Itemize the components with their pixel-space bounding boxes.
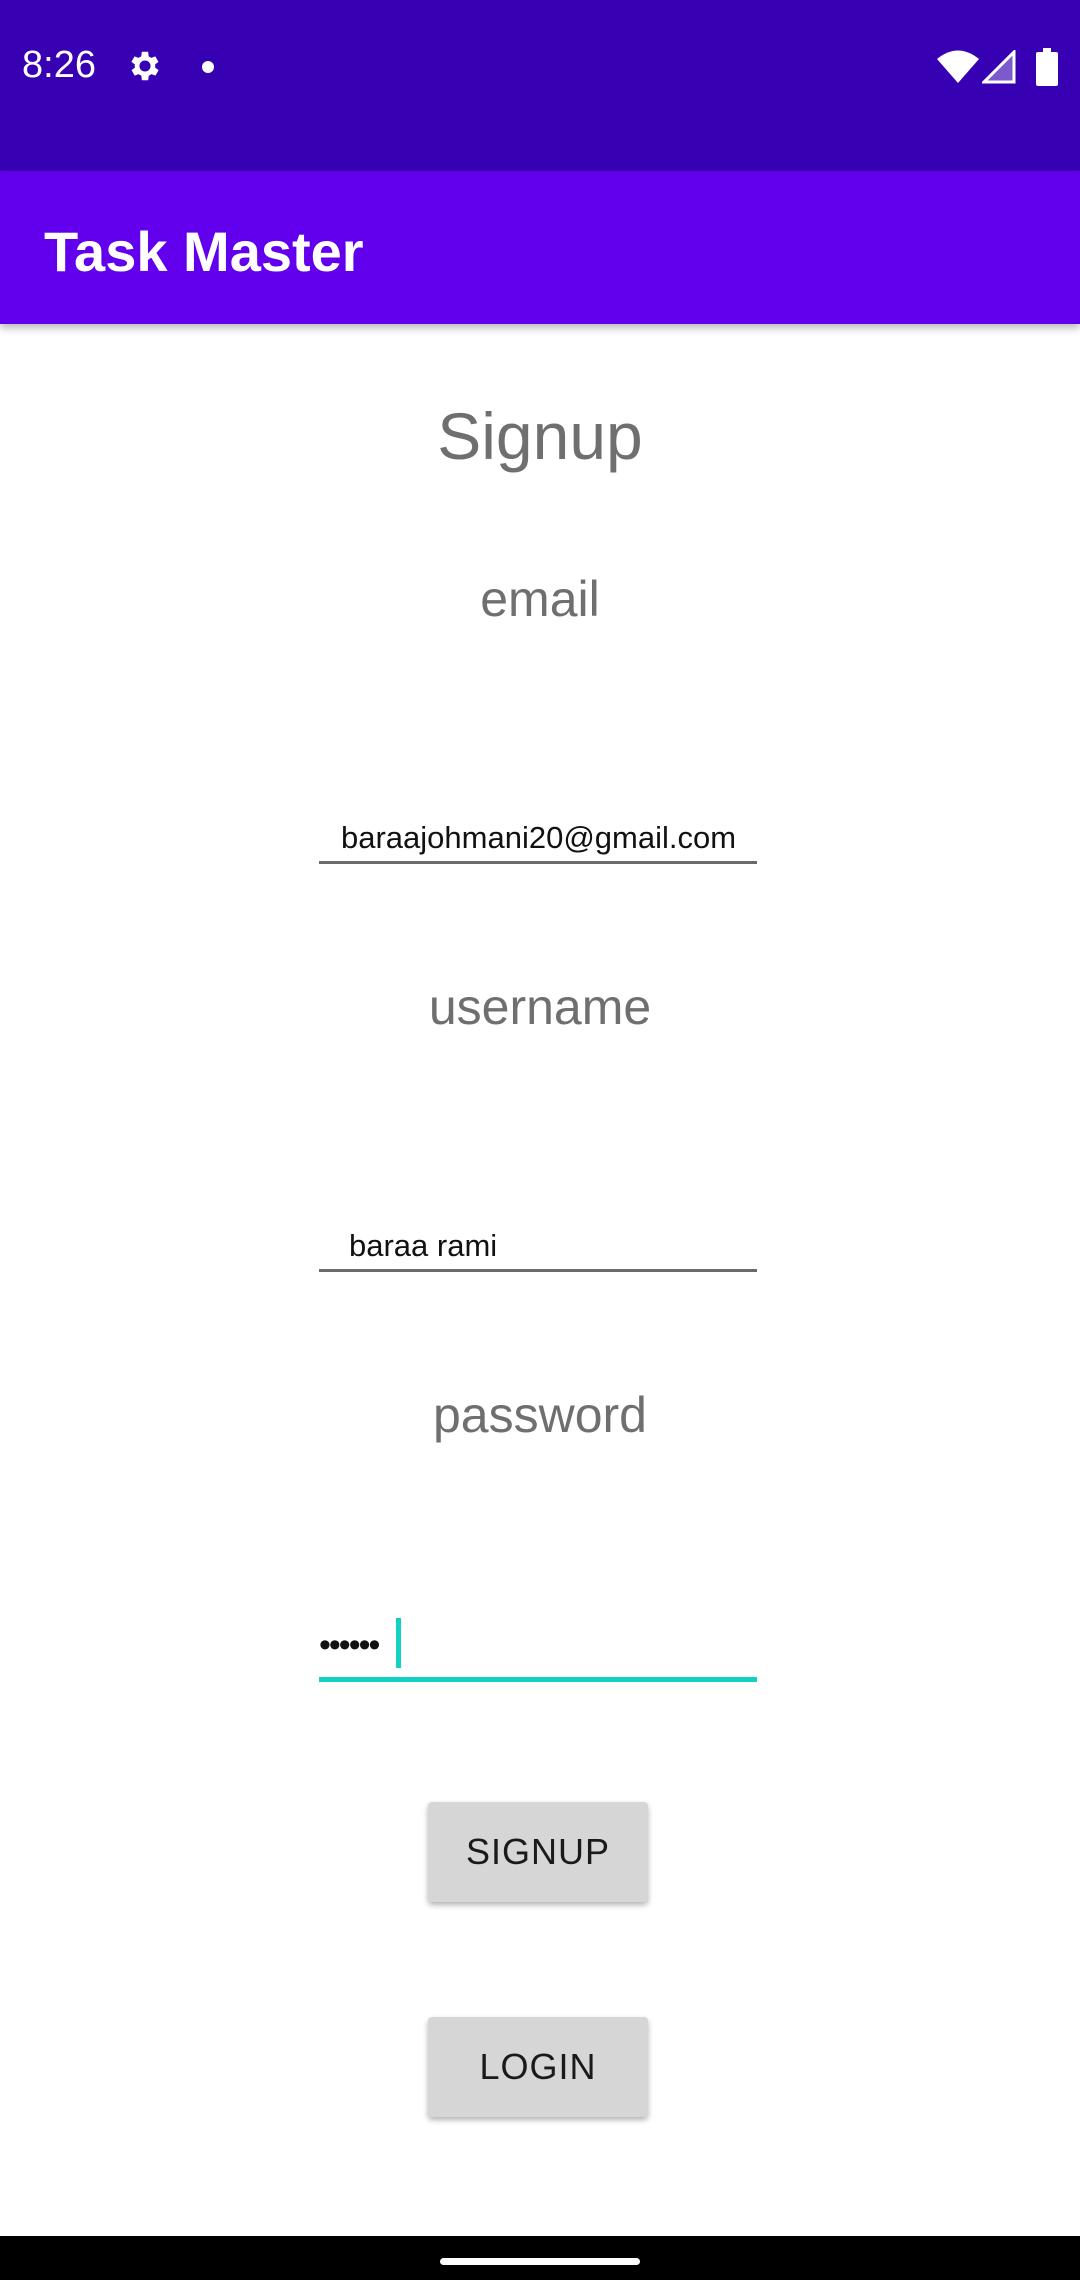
password-label: password — [433, 1387, 647, 1443]
username-field[interactable] — [319, 1202, 757, 1272]
status-bar: 8:26 — [0, 0, 1080, 171]
password-masked-value[interactable]: •••••• — [319, 1626, 380, 1665]
app-bar: Task Master — [0, 171, 1080, 324]
email-field[interactable] — [319, 794, 757, 864]
wifi-icon — [937, 50, 979, 83]
status-time: 8:26 — [22, 44, 96, 86]
app-title: Task Master — [44, 220, 364, 283]
battery-icon — [1036, 48, 1058, 86]
password-field[interactable]: •••••• — [319, 1612, 757, 1682]
home-handle[interactable] — [440, 2258, 640, 2265]
signup-button[interactable]: SIGNUP — [428, 1802, 648, 1902]
email-input[interactable] — [319, 794, 757, 861]
email-label: email — [480, 571, 600, 627]
login-button[interactable]: LOGIN — [428, 2017, 648, 2117]
username-input[interactable] — [319, 1202, 757, 1269]
signal-icon — [982, 50, 1016, 84]
text-cursor — [396, 1618, 401, 1668]
gear-icon — [131, 51, 159, 81]
page-title: Signup — [437, 399, 643, 473]
username-label: username — [428, 979, 652, 1035]
navigation-bar — [0, 2236, 1080, 2280]
notification-dot-icon — [202, 61, 214, 73]
